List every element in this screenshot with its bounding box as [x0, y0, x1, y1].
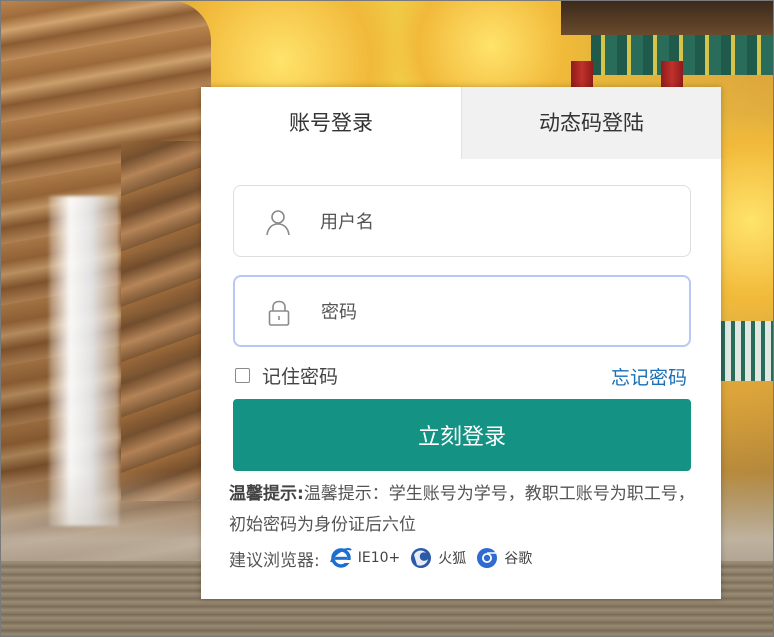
- remember-label[interactable]: 记住密码: [262, 362, 338, 389]
- pavilion-rail: [721, 321, 773, 381]
- recommended-browsers: 建议浏览器: IE10+ 火狐 谷歌: [229, 541, 532, 575]
- login-card: 账号登录 动态码登陆 用户名 密码 记住密码 忘记密码 立刻登录 温馨提示:温馨…: [201, 87, 721, 599]
- ie-icon: [329, 548, 352, 568]
- forgot-password-link[interactable]: 忘记密码: [611, 363, 687, 390]
- browser-chrome: 谷歌: [476, 547, 532, 569]
- password-field[interactable]: 密码: [233, 275, 691, 347]
- firefox-icon: [411, 548, 432, 568]
- browser-ie-label: IE10+: [357, 550, 401, 566]
- background-scene: 账号登录 动态码登陆 用户名 密码 记住密码 忘记密码 立刻登录 温馨提示:温馨…: [0, 0, 774, 637]
- tab-dynamic-code-login[interactable]: 动态码登陆: [461, 87, 721, 159]
- user-icon: [266, 210, 290, 236]
- tab-account-login[interactable]: 账号登录: [201, 87, 461, 159]
- browser-firefox: 火狐: [410, 547, 466, 569]
- username-field[interactable]: 用户名: [233, 185, 691, 257]
- chrome-icon: [477, 548, 498, 568]
- browser-chrome-label: 谷歌: [504, 551, 533, 567]
- browser-firefox-label: 火狐: [438, 551, 467, 567]
- tip-text: 温馨提示:温馨提示：学生账号为学号，教职工账号为职工号，初始密码为身份证后六位: [229, 479, 699, 541]
- pavilion-roof: [561, 1, 773, 35]
- remember-password: 记住密码: [235, 362, 338, 389]
- password-placeholder: 密码: [321, 302, 357, 323]
- username-placeholder: 用户名: [320, 212, 374, 233]
- login-tabs: 账号登录 动态码登陆: [201, 87, 721, 159]
- browser-ie: IE10+: [329, 547, 401, 569]
- tip-title: 温馨提示:: [229, 484, 304, 504]
- rock-cliff: [121, 141, 211, 501]
- remember-checkbox[interactable]: [235, 367, 250, 383]
- lock-icon: [268, 300, 290, 326]
- browsers-label: 建议浏览器:: [229, 550, 320, 571]
- login-button[interactable]: 立刻登录: [233, 399, 691, 471]
